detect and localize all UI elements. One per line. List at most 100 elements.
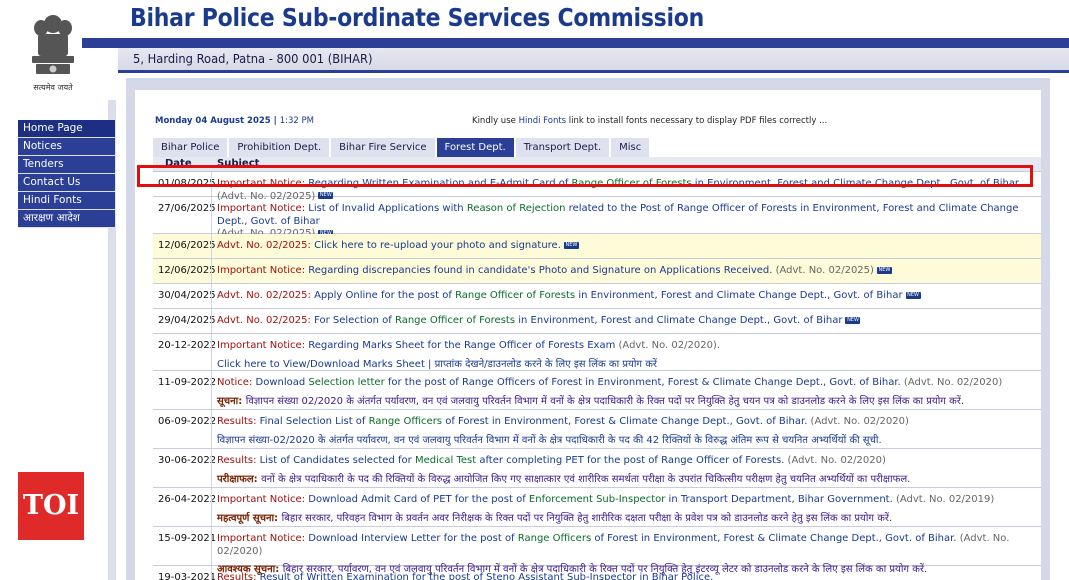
notice-highlight: Range Officers — [368, 416, 443, 427]
notice-text: Apply Online for the post of — [314, 290, 456, 301]
notice-text: Click here to re-upload your photo and s… — [314, 240, 561, 251]
department-tabs: Bihar Police Prohibition Dept. Bihar Fire … — [153, 138, 651, 157]
tab-bihar-fire-service[interactable]: Bihar Fire Service — [331, 138, 435, 157]
sidebar-item-hindi-fonts[interactable]: Hindi Fonts — [18, 192, 115, 210]
notice-text-cont: of Forest in Environment, Forest & Clima… — [442, 416, 811, 427]
row-date: 20-12-2022 — [158, 340, 217, 351]
column-divider — [211, 527, 212, 565]
column-divider — [211, 284, 212, 308]
hindi-notice-label: सूचना: — [217, 395, 246, 407]
notice-type: Important Notice: — [217, 265, 309, 276]
address-text: 5, Harding Road, Patna - 800 001 (BIHAR) — [133, 51, 373, 66]
row-subject-link[interactable]: Results: List of Candidates selected for… — [217, 455, 1039, 486]
sidebar-item-contact-us[interactable]: Contact Us — [18, 174, 115, 192]
column-divider — [211, 234, 212, 258]
new-badge-icon: NEW — [876, 266, 892, 274]
notice-text-cont: in Transport Department, Bihar Governmen… — [665, 494, 896, 505]
notice-highlight: Medical Test — [414, 455, 477, 466]
sidebar-item-notices[interactable]: Notices — [18, 138, 115, 156]
new-badge-icon: NEW — [563, 241, 579, 249]
column-divider — [211, 197, 212, 233]
row-date: 12/06/2025 — [158, 240, 216, 251]
sidebar-item-tenders[interactable]: Tenders — [18, 156, 115, 174]
hindi-notice-text: वनों के क्षेत्र पदाधिकारी के पद की रिक्त… — [261, 473, 911, 485]
advt-number: (Advt. No. 02/2020) — [903, 377, 1003, 388]
hindi-notice-text: बिहार सरकार, परिवहन विभाग के प्रवर्तन अव… — [281, 512, 893, 524]
row-date: 26-04-2022 — [158, 494, 217, 505]
table-row: 20-12-2022 Important Notice: Regarding Ma… — [153, 334, 1041, 371]
title-underline — [82, 38, 1069, 48]
tab-prohibition-dept[interactable]: Prohibition Dept. — [229, 138, 330, 157]
notice-highlight: Enforcement Sub-Inspector — [528, 494, 666, 505]
sidebar-item-home-page[interactable]: Home Page — [18, 120, 115, 138]
notice-type: Important Notice: — [217, 494, 309, 505]
hindi-fonts-link[interactable]: Hindi Fonts — [519, 116, 567, 126]
font-note-prefix: Kindly use — [472, 116, 519, 126]
column-divider — [211, 449, 212, 487]
hindi-notice-line[interactable]: परीक्षाफल: वनों के क्षेत्र पदाधिकारी के … — [217, 474, 1039, 487]
tab-misc[interactable]: Misc — [611, 138, 650, 157]
advt-number: (Advt. No. 02/2020). — [618, 340, 721, 351]
row-date: 12/06/2025 — [158, 265, 216, 276]
row-subject-link[interactable]: Results: Final Selection List of Range O… — [217, 416, 1039, 447]
hindi-notice-line[interactable]: महत्वपूर्ण सूचना: बिहार सरकार, परिवहन वि… — [217, 513, 1039, 526]
current-date: Monday 04 August 2025 — [155, 116, 271, 126]
main-panel: Monday 04 August 2025 | 1:32 PM Kindly u… — [126, 78, 1050, 580]
tab-forest-dept[interactable]: Forest Dept. — [436, 138, 514, 157]
notice-text: Download Admit Card of PET for the post … — [308, 494, 529, 505]
hindi-notice-text: विज्ञापन संख्या 02/2020 के अंतर्गत पर्या… — [245, 395, 965, 407]
row-subject-link[interactable]: Important Notice: Regarding discrepancie… — [217, 265, 1039, 278]
hindi-notice-line[interactable]: सूचना: विज्ञापन संख्या 02/2020 के अंतर्ग… — [217, 396, 1039, 409]
hindi-notice-line[interactable]: Click here to View/Download Marks Sheet … — [217, 359, 1039, 372]
table-row: 26-04-2022 Important Notice: Download Adm… — [153, 488, 1041, 527]
column-divider — [211, 488, 212, 526]
row-subject-link[interactable]: Important Notice: Regarding Marks Sheet … — [217, 340, 1039, 371]
notice-type: Results: — [217, 455, 260, 466]
column-divider — [211, 334, 212, 370]
tab-transport-dept[interactable]: Transport Dept. — [515, 138, 610, 157]
row-subject-link[interactable]: Advt. No. 02/2025: For Selection of Rang… — [217, 315, 1039, 328]
notice-type: Results: — [217, 572, 260, 580]
notice-text: Regarding Marks Sheet for the Range Offi… — [308, 340, 619, 351]
emblem-caption: सत्यमेव जयते — [33, 83, 73, 92]
address-rule — [118, 70, 1069, 73]
notice-type: Advt. No. 02/2025: — [217, 290, 315, 301]
notice-text: For Selection of — [314, 315, 395, 326]
row-subject-link[interactable]: Important Notice: Download Admit Card of… — [217, 494, 1039, 525]
new-badge-icon: NEW — [905, 291, 921, 299]
notice-text: Download Interview Letter for the post o… — [308, 533, 518, 544]
hindi-notice-label: परीक्षाफल: — [217, 473, 262, 485]
notice-highlight: Range Officer of Forests — [394, 315, 516, 326]
tab-bihar-police[interactable]: Bihar Police — [153, 138, 228, 157]
sidebar-item-reservation-order[interactable]: आरक्षण आदेश — [18, 210, 115, 228]
notice-type: Important Notice: — [217, 533, 309, 544]
notice-type: Advt. No. 02/2025: — [217, 315, 315, 326]
notice-text: Result of Written Examination for the po… — [259, 572, 714, 580]
table-row: 30/04/2025 Advt. No. 02/2025: Apply Onlin… — [153, 284, 1041, 309]
notice-text: Download — [255, 377, 309, 388]
row-date: 29/04/2025 — [158, 315, 216, 326]
row-subject-link[interactable]: Results: Result of Written Examination f… — [217, 572, 1039, 580]
font-note-suffix: link to install fonts necessary to displ… — [566, 116, 828, 126]
table-body: 01/08/2025 Important Notice: Regarding Wr… — [153, 172, 1041, 580]
table-row: 12/06/2025 Important Notice: Regarding di… — [153, 259, 1041, 284]
row-subject-link[interactable]: Advt. No. 02/2025: Apply Online for the … — [217, 290, 1039, 303]
row-subject-link[interactable]: Notice: Download Selection letter for th… — [217, 377, 1039, 408]
notice-type: Results: — [217, 416, 260, 427]
notices-table: Date Subject 01/08/2025 Important Notice:… — [153, 157, 1041, 580]
hindi-notice-line[interactable]: विज्ञापन संख्या-02/2020 के अंतर्गत पर्या… — [217, 435, 1039, 448]
row-subject-link[interactable]: Advt. No. 02/2025: Click here to re-uplo… — [217, 240, 1039, 253]
toi-logo: TOI — [18, 472, 84, 540]
column-divider — [211, 371, 212, 409]
row-date: 11-09-2022 — [158, 377, 217, 388]
table-row: 30-06-2022 Results: List of Candidates se… — [153, 449, 1041, 488]
advt-number: (Advt. No. 02/2020) — [810, 416, 909, 427]
row-date: 30-06-2022 — [158, 455, 217, 466]
row-date: 15-09-2021 — [158, 533, 217, 544]
hindi-notice-label: महत्वपूर्ण सूचना: — [217, 512, 282, 524]
row-date: 06-09-2022 — [158, 416, 217, 427]
sidebar: Home Page Notices Tenders Contact Us Hin… — [18, 120, 115, 228]
notice-text-cont: of Forest in Environment, Forest & Clima… — [591, 533, 960, 544]
notice-highlight: Range Officers — [517, 533, 592, 544]
table-row: 19-03-2021 Results: Result of Written Exa… — [153, 566, 1041, 580]
